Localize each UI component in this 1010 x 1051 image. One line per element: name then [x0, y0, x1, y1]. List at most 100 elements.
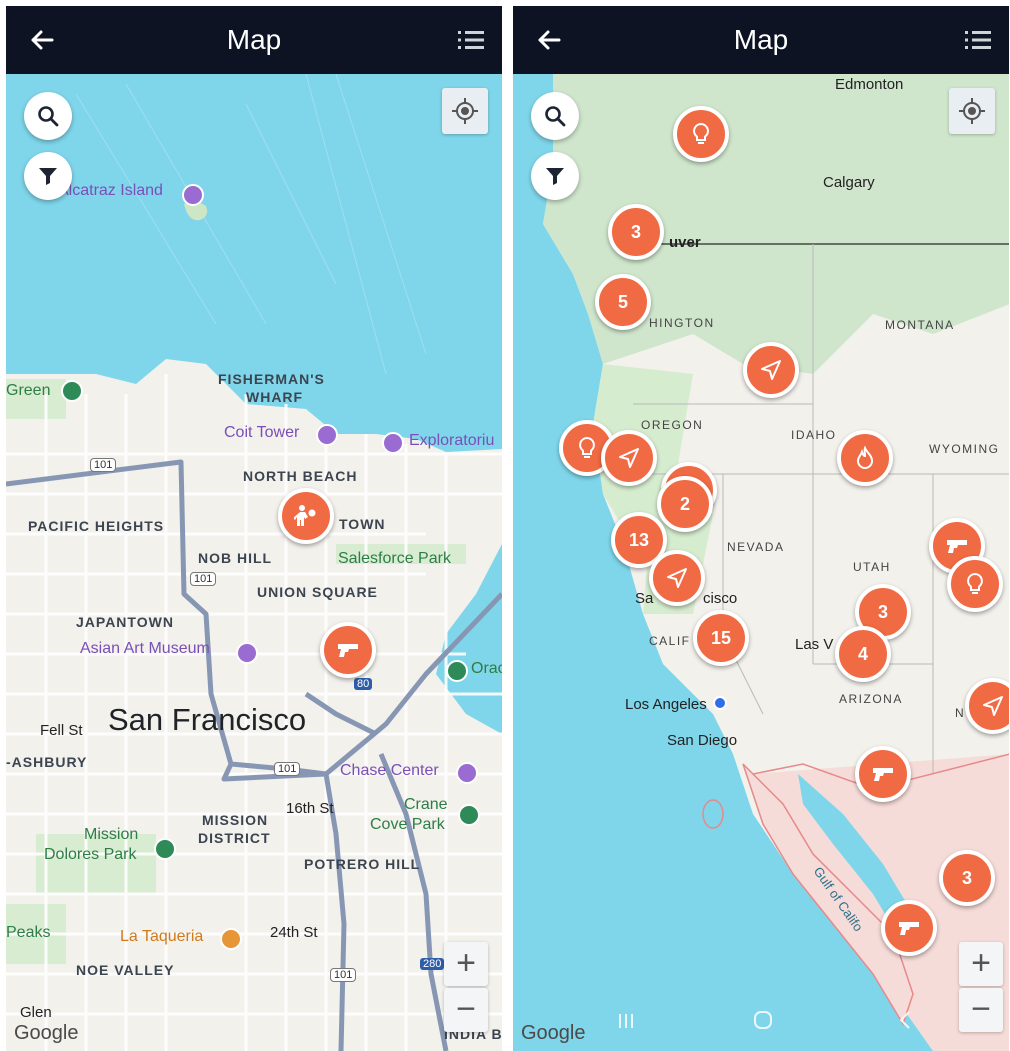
filter-button[interactable]: [531, 152, 579, 200]
my-location-button[interactable]: [949, 88, 995, 134]
gun-icon: [899, 922, 919, 935]
top-app-bar: Map: [513, 6, 1009, 74]
highway-shield-101: 101: [190, 572, 217, 586]
person-conflict-icon: [294, 505, 316, 526]
back-nav-icon[interactable]: [897, 1010, 913, 1036]
gun-icon: [338, 644, 358, 657]
map-label: TOWN: [339, 516, 386, 532]
map-label: Calgary: [823, 174, 875, 191]
la-taqueria-poi-icon: [220, 928, 242, 950]
oracle-park-poi-icon: [446, 660, 468, 682]
map-label: WYOMING: [929, 442, 1000, 456]
incident-marker-lightbulb[interactable]: [947, 556, 1003, 612]
map-view[interactable]: Edmonton Calgary uver HINGTON MONTANA OR…: [513, 74, 1009, 1051]
cluster-marker[interactable]: 5: [595, 274, 651, 330]
lightbulb-icon: [579, 436, 595, 458]
cluster-marker[interactable]: 3: [608, 204, 664, 260]
search-icon: [38, 106, 59, 127]
chase-center-poi-icon: [456, 762, 478, 784]
filter-icon: [546, 168, 564, 185]
cluster-marker[interactable]: 2: [657, 476, 713, 532]
highway-shield-80: 80: [354, 678, 373, 690]
alcatraz-poi-icon: [182, 184, 204, 206]
map-label: OREGON: [641, 418, 704, 432]
map-label: IDAHO: [791, 428, 837, 442]
zoom-out-button[interactable]: −: [959, 988, 1003, 1032]
map-screen-city: Map Alcatraz Island FISHERMAN'S WHARF Gr…: [6, 6, 502, 1051]
filter-icon: [39, 168, 57, 185]
map-label: San Francisco: [108, 702, 307, 737]
map-label: DISTRICT: [198, 830, 271, 846]
page-title: Map: [733, 24, 789, 55]
map-label: MONTANA: [885, 318, 955, 332]
gun-icon: [947, 540, 967, 553]
map-label: POTRERO HILL: [304, 856, 421, 872]
lightbulb-icon: [967, 572, 983, 594]
map-label: ARIZONA: [839, 692, 903, 706]
incident-marker-gun[interactable]: [881, 900, 937, 956]
current-location-dot: [713, 696, 727, 710]
list-icon[interactable]: [963, 27, 993, 53]
fire-icon: [856, 446, 874, 469]
map-label: uver: [669, 234, 701, 251]
map-label: Green: [6, 382, 51, 399]
map-label: NOE VALLEY: [76, 962, 175, 978]
recent-apps-icon[interactable]: [617, 1010, 635, 1036]
map-label: MISSION: [202, 812, 269, 828]
map-label: La Taqueria: [120, 928, 204, 945]
navigation-arrow-icon: [761, 360, 781, 380]
map-label: Dolores Park: [44, 846, 137, 863]
map-label: cisco: [703, 590, 738, 607]
crane-cove-poi-icon: [458, 804, 480, 826]
incident-marker-lightbulb[interactable]: [673, 106, 729, 162]
search-button[interactable]: [24, 92, 72, 140]
park-poi-icon: [61, 380, 83, 402]
map-view[interactable]: Alcatraz Island FISHERMAN'S WHARF Green …: [6, 74, 502, 1051]
incident-marker-navigate[interactable]: [601, 430, 657, 486]
map-label: Alcatraz Island: [58, 182, 163, 199]
map-label: Cove Park: [370, 816, 445, 833]
page-title: Map: [226, 24, 282, 55]
cluster-marker[interactable]: 15: [693, 610, 749, 666]
map-label: Peaks: [6, 924, 51, 941]
highway-shield-101: 101: [90, 458, 117, 472]
list-icon[interactable]: [456, 27, 486, 53]
map-label: JAPANTOWN: [76, 614, 174, 630]
map-label: Sa: [635, 590, 654, 607]
my-location-button[interactable]: [442, 88, 488, 134]
highway-shield-280: 280: [420, 958, 445, 970]
map-label: Crane: [404, 796, 448, 813]
map-label: Orac: [471, 660, 502, 677]
map-label: WHARF: [246, 389, 304, 405]
incident-marker-person[interactable]: [278, 488, 334, 544]
map-label: San Diego: [667, 732, 738, 749]
home-icon[interactable]: [753, 1010, 773, 1036]
map-label: Los Angeles: [625, 696, 707, 713]
incident-marker-gun[interactable]: [855, 746, 911, 802]
zoom-in-button[interactable]: +: [959, 942, 1003, 986]
incident-marker-gun[interactable]: [320, 622, 376, 678]
incident-marker-fire[interactable]: [837, 430, 893, 486]
map-label: N: [955, 706, 966, 720]
highway-shield-101: 101: [274, 762, 301, 776]
map-label: NEVADA: [727, 540, 785, 554]
incident-marker-navigate[interactable]: [649, 550, 705, 606]
navigation-arrow-icon: [667, 568, 687, 588]
map-label: 16th St: [286, 800, 334, 817]
mission-dolores-poi-icon: [154, 838, 176, 860]
cluster-marker[interactable]: 3: [939, 850, 995, 906]
zoom-in-button[interactable]: +: [444, 942, 488, 986]
map-label: Las V: [795, 636, 834, 653]
filter-button[interactable]: [24, 152, 72, 200]
zoom-out-button[interactable]: −: [444, 988, 488, 1032]
google-attribution: Google: [14, 1022, 79, 1044]
incident-marker-navigate[interactable]: [743, 342, 799, 398]
cluster-marker[interactable]: 4: [835, 626, 891, 682]
navigation-arrow-icon: [619, 448, 639, 468]
search-button[interactable]: [531, 92, 579, 140]
my-location-icon: [959, 98, 985, 124]
map-label: Fell St: [40, 722, 83, 739]
coit-tower-poi-icon: [316, 424, 338, 446]
map-screen-region: Map Edmonton Calgary uver HINGTON MONTAN…: [513, 6, 1009, 1051]
map-label: UTAH: [853, 560, 891, 574]
